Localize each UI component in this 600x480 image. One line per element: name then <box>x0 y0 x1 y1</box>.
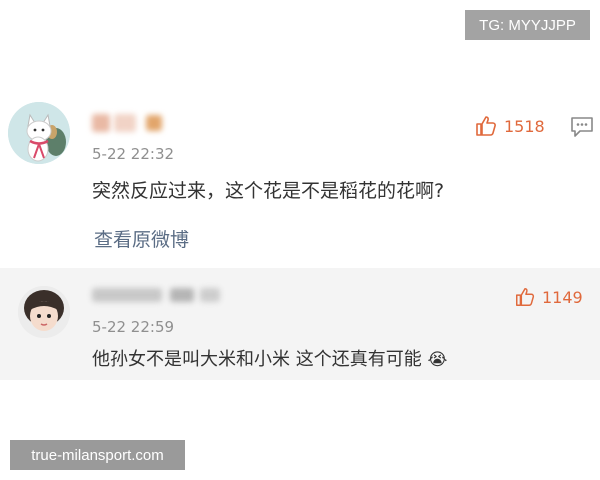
username-blurred[interactable] <box>92 114 162 132</box>
comment-timestamp: 5-22 22:59 <box>92 318 175 336</box>
thumbs-up-icon <box>516 288 535 306</box>
view-original-weibo-link[interactable]: 查看原微博 <box>94 225 189 252</box>
comment-text-body: 他孙女不是叫大米和小米 这个还真有可能 <box>92 349 422 370</box>
like-button[interactable]: 1518 <box>474 114 545 138</box>
thumbs-up-icon <box>476 116 496 136</box>
site-watermark: true-milansport.com <box>10 440 185 470</box>
comment-1: 5-22 22:32 突然反应过来，这个花是不是稻花的花啊? 查看原微博 151… <box>0 88 600 268</box>
comment-reply-icon[interactable] <box>570 116 594 142</box>
comment-text: 他孙女不是叫大米和小米 这个还真有可能 😭 <box>92 345 447 371</box>
comment-timestamp: 5-22 22:32 <box>92 145 175 163</box>
like-count: 1518 <box>504 116 545 136</box>
child-avatar-icon[interactable] <box>18 286 70 338</box>
username-blurred[interactable] <box>92 288 220 302</box>
like-button[interactable]: 1149 <box>514 286 583 308</box>
crying-emoji: 😭 <box>427 350 448 370</box>
comment-2: 5-22 22:59 他孙女不是叫大米和小米 这个还真有可能 😭 1149 <box>0 268 600 380</box>
comment-text: 突然反应过来，这个花是不是稻花的花啊? <box>92 180 445 202</box>
like-count: 1149 <box>542 287 583 307</box>
telegram-badge: TG: MYYJJPP <box>465 10 590 40</box>
cat-avatar-icon[interactable] <box>8 102 70 164</box>
